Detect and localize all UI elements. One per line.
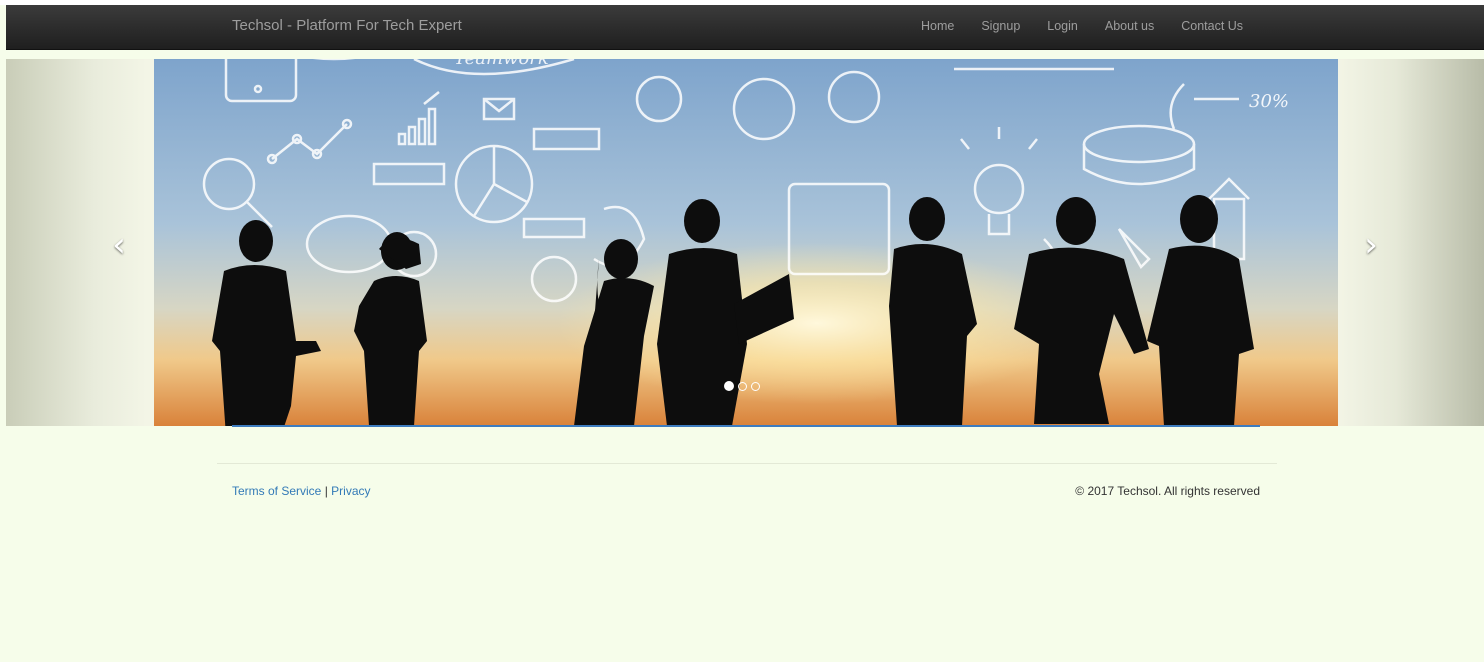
- hero-carousel: Teamwork 30%: [6, 59, 1484, 426]
- footer-divider: [217, 463, 1277, 464]
- brand-link[interactable]: Techsol - Platform For Tech Expert: [232, 17, 462, 34]
- doodle-percent: 30%: [1249, 91, 1289, 112]
- accent-divider: [232, 425, 1260, 427]
- footer-separator: |: [321, 484, 332, 498]
- chevron-left-icon: ‹: [112, 225, 126, 265]
- nav-home[interactable]: Home: [921, 19, 954, 33]
- chevron-right-icon: ›: [1364, 225, 1378, 265]
- terms-of-service-link[interactable]: Terms of Service: [232, 484, 321, 498]
- nav-signup[interactable]: Signup: [981, 19, 1020, 33]
- carousel-indicator-2[interactable]: [738, 381, 747, 391]
- copyright-text: © 2017 Techsol. All rights reserved: [1075, 484, 1260, 498]
- carousel-next-button[interactable]: ›: [1356, 227, 1386, 263]
- privacy-link[interactable]: Privacy: [331, 484, 370, 498]
- nav-contact-us[interactable]: Contact Us: [1181, 19, 1243, 33]
- nav-about-us[interactable]: About us: [1105, 19, 1154, 33]
- navbar: Techsol - Platform For Tech Expert Home …: [6, 5, 1484, 50]
- nav-menu: Home Signup Login About us Contact Us: [921, 19, 1270, 33]
- carousel-slide: Teamwork 30%: [154, 59, 1338, 426]
- nav-login[interactable]: Login: [1047, 19, 1078, 33]
- carousel-prev-button[interactable]: ‹: [104, 227, 134, 263]
- slide-image: Teamwork 30%: [154, 59, 1338, 426]
- carousel-indicator-3[interactable]: [751, 381, 760, 391]
- carousel-indicators: [724, 381, 760, 391]
- carousel-indicator-1[interactable]: [724, 381, 734, 391]
- doodle-word: Teamwork: [454, 59, 549, 69]
- footer-links: Terms of Service | Privacy: [232, 484, 371, 498]
